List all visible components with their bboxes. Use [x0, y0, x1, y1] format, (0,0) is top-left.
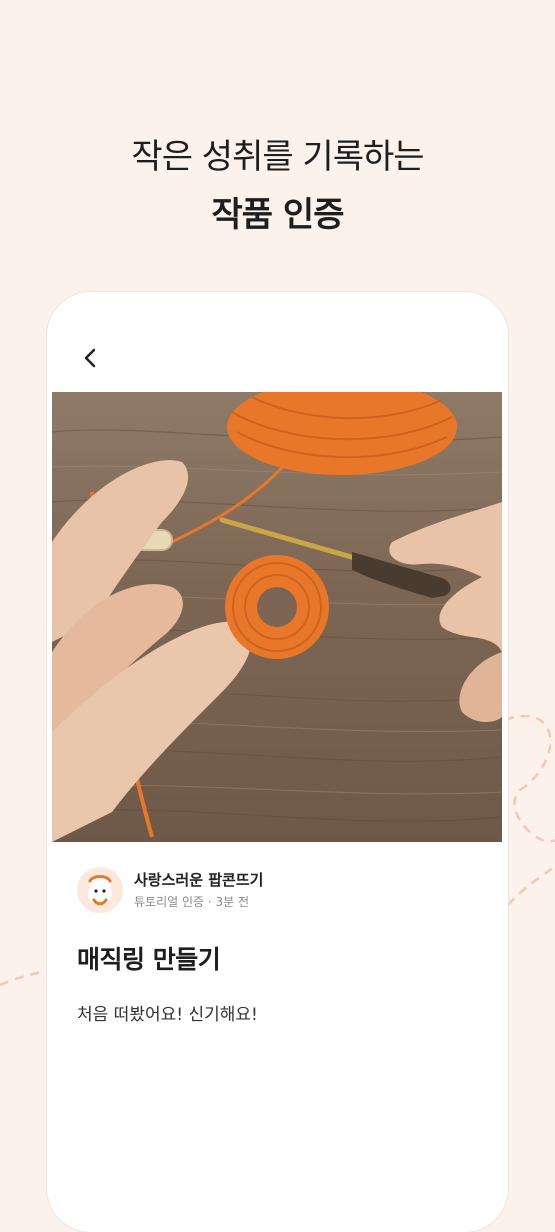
post-title: 매직링 만들기 — [77, 945, 221, 974]
post-meta: 튜토리얼 인증 · 3분 전 — [134, 893, 249, 910]
post-time: 3분 전 — [215, 895, 250, 909]
crochet-photo-illustration — [52, 392, 502, 842]
post-category: 튜토리얼 인증 — [134, 895, 205, 909]
headline-line-1: 작은 성취를 기록하는 — [131, 137, 424, 177]
back-button[interactable] — [77, 344, 105, 372]
headline-line-2: 작품 인증 — [211, 195, 345, 235]
avatar[interactable] — [77, 867, 123, 913]
post-body: 처음 떠봤어요! 신기해요! — [77, 1005, 258, 1025]
post-photo — [52, 392, 502, 842]
chevron-left-icon — [84, 348, 96, 368]
post-author[interactable]: 사랑스러운 팝콘뜨기 튜토리얼 인증 · 3분 전 — [77, 867, 477, 915]
promo-headline: 작은 성취를 기록하는 작품 인증 — [0, 128, 555, 244]
phone-mockup: 사랑스러운 팝콘뜨기 튜토리얼 인증 · 3분 전 매직링 만들기 처음 떠봤어… — [47, 292, 508, 1232]
author-name[interactable]: 사랑스러운 팝콘뜨기 — [134, 869, 263, 890]
character-avatar-icon — [77, 867, 123, 913]
meta-separator: · — [207, 895, 212, 909]
